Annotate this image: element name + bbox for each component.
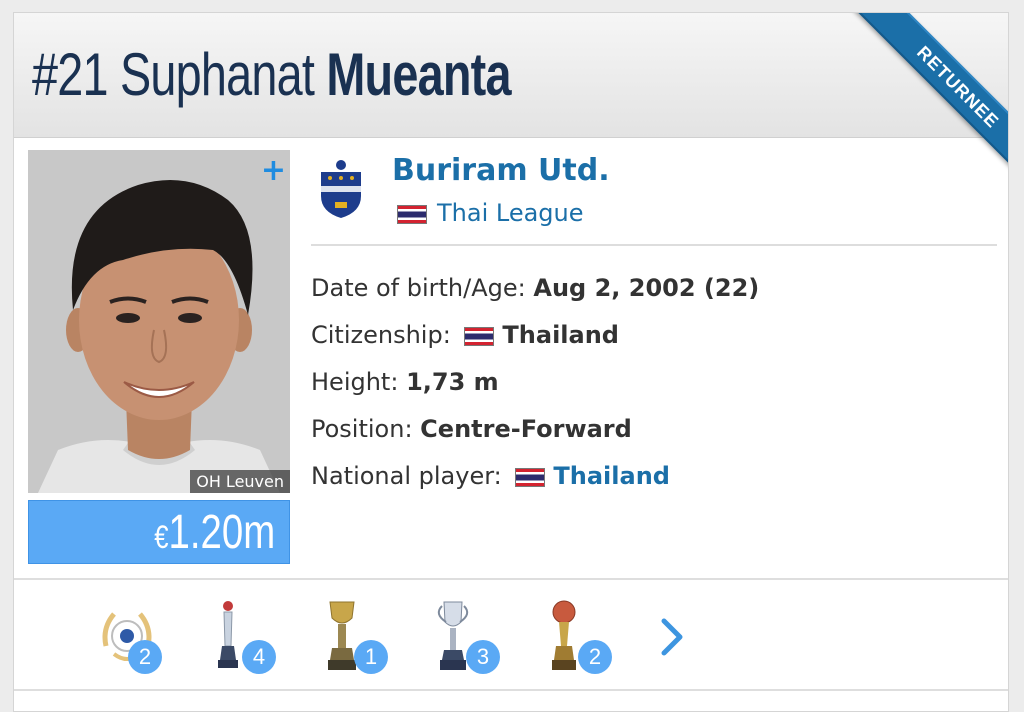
trophy-item[interactable]: 2 [94, 598, 174, 678]
trophy-item[interactable]: 3 [428, 598, 508, 678]
player-photo[interactable]: + OH Leuven [28, 150, 290, 493]
market-value-amount: 1.20m [168, 506, 275, 559]
photo-caption: OH Leuven [190, 470, 290, 493]
player-info-list: Date of birth/Age: Aug 2, 2002 (22) Citi… [311, 265, 759, 500]
ribbon-label: RETURNEE [853, 13, 1008, 192]
league-link[interactable]: Thai League [397, 199, 584, 227]
info-row-national-player: National player: Thailand [311, 453, 759, 500]
info-row-position: Position: Centre-Forward [311, 406, 759, 453]
bottom-divider [14, 689, 1008, 691]
thailand-flag-icon [464, 326, 495, 346]
section-divider [14, 578, 1008, 580]
player-portrait-image [28, 150, 290, 493]
club-crest-icon[interactable] [317, 158, 365, 220]
info-row-citizenship: Citizenship: Thailand [311, 312, 759, 359]
trophy-count-badge: 4 [242, 640, 276, 674]
player-header-card: #21 Suphanat Mueanta RETURNEE + OH Leuve… [13, 12, 1009, 712]
league-name: Thai League [437, 199, 584, 227]
position-value: Centre-Forward [420, 415, 632, 443]
returnee-ribbon: RETURNEE [828, 13, 1008, 193]
currency-symbol: € [154, 519, 169, 555]
shirt-number: #21 [32, 41, 109, 108]
info-row-height: Height: 1,73 m [311, 359, 759, 406]
plus-icon[interactable]: + [261, 156, 286, 186]
dob-value: Aug 2, 2002 (22) [533, 274, 760, 302]
last-name: Mueanta [326, 41, 511, 108]
national-player-label: National player: [311, 462, 502, 490]
info-row-dob: Date of birth/Age: Aug 2, 2002 (22) [311, 265, 759, 312]
trophy-item[interactable]: 2 [540, 598, 620, 678]
market-value-button[interactable]: €1.20m [28, 500, 290, 564]
thailand-flag-icon [397, 204, 427, 224]
trophy-item[interactable]: 1 [316, 598, 396, 678]
trophy-item[interactable]: 4 [204, 598, 284, 678]
trophy-count-badge: 3 [466, 640, 500, 674]
trophy-count-badge: 2 [128, 640, 162, 674]
citizenship-value: Thailand [502, 321, 619, 349]
position-label: Position: [311, 415, 413, 443]
first-name: Suphanat [119, 41, 315, 108]
page-title: #21 Suphanat Mueanta [32, 33, 511, 117]
club-name-link[interactable]: Buriram Utd. [392, 153, 610, 188]
thailand-flag-icon [515, 467, 546, 487]
dob-label: Date of birth/Age: [311, 274, 526, 302]
divider [311, 244, 997, 246]
national-team-link[interactable]: Thailand [553, 462, 670, 490]
trophy-count-badge: 2 [578, 640, 612, 674]
height-value: 1,73 m [406, 368, 499, 396]
chevron-right-icon[interactable] [658, 617, 688, 657]
trophy-count-badge: 1 [354, 640, 388, 674]
height-label: Height: [311, 368, 399, 396]
citizenship-label: Citizenship: [311, 321, 451, 349]
